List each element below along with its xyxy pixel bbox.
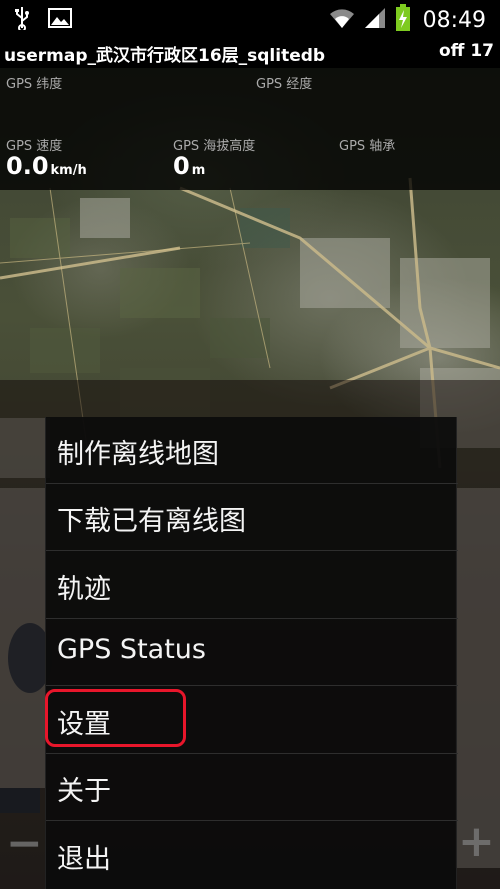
menu-item-label: GPS Status	[57, 634, 206, 665]
options-menu: 制作离线地图 下载已有离线图 轨迹 GPS Status 设置 关于 退出	[45, 417, 458, 889]
zoom-out-button[interactable]: −	[6, 818, 43, 869]
menu-item-about[interactable]: 关于	[46, 754, 458, 821]
gps-altitude-value: 0m	[173, 152, 205, 180]
menu-item-label: 关于	[57, 776, 111, 807]
zoom-in-button[interactable]: +	[458, 816, 495, 867]
gps-latitude-label: GPS 纬度	[6, 77, 63, 92]
status-bar: 08:49	[0, 0, 500, 38]
gps-speed-unit: km/h	[50, 163, 87, 178]
battery-charging-icon	[395, 4, 411, 36]
menu-item-gps-status[interactable]: GPS Status	[46, 619, 458, 686]
gps-longitude-label: GPS 经度	[256, 77, 313, 92]
map-title: usermap_武汉市行政区16层_sqlitedb	[4, 46, 326, 66]
gps-speed-number: 0.0	[6, 152, 49, 180]
menu-item-make-offline-map[interactable]: 制作离线地图	[46, 417, 458, 484]
menu-item-label: 下载已有离线图	[57, 506, 246, 537]
image-icon	[48, 8, 72, 32]
gps-altitude-number: 0	[173, 152, 190, 180]
menu-item-label: 制作离线地图	[57, 439, 219, 470]
menu-item-label: 轨迹	[57, 574, 111, 605]
gps-info-panel: GPS 纬度 GPS 经度 GPS 速度 0.0 km/h GPS 海拔高度 0m…	[0, 68, 500, 190]
clock: 08:49	[422, 7, 486, 33]
title-bar: usermap_武汉市行政区16层_sqlitedb off 17	[0, 38, 500, 68]
signal-icon	[363, 7, 387, 33]
gps-altitude-unit: m	[191, 163, 206, 178]
usb-icon	[14, 6, 30, 34]
offline-zoom-indicator: off 17	[438, 41, 494, 61]
menu-item-exit[interactable]: 退出	[46, 822, 458, 889]
menu-item-track[interactable]: 轨迹	[46, 552, 458, 619]
settings-highlight-annotation	[45, 689, 186, 747]
gps-speed-value: 0.0 km/h	[6, 152, 87, 180]
wifi-icon	[329, 7, 355, 33]
gps-bearing-label: GPS 轴承	[339, 139, 396, 154]
menu-item-label: 退出	[57, 844, 111, 875]
menu-item-download-offline-map[interactable]: 下载已有离线图	[46, 484, 458, 551]
